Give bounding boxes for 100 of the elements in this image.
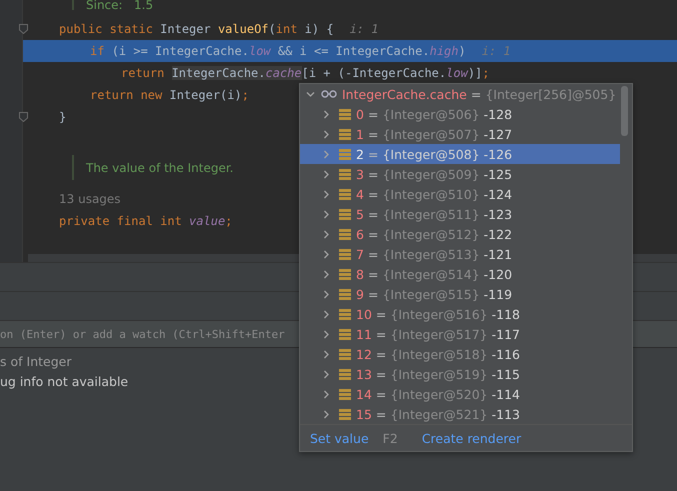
- code-token: IntegerCache.: [172, 66, 266, 80]
- element-index: 15: [356, 406, 372, 422]
- element-index: 12: [356, 346, 372, 362]
- object-reference: {Integer@513}: [382, 246, 480, 262]
- element-index: 1: [356, 126, 364, 142]
- element-index: 11: [356, 326, 372, 342]
- code-token: low: [248, 44, 271, 58]
- object-reference: {Integer@516}: [390, 306, 488, 322]
- equals-sign: =: [368, 106, 378, 122]
- code-token: valueOf: [218, 22, 269, 36]
- element-value: -128: [484, 106, 512, 122]
- element-value: -123: [484, 206, 512, 222]
- object-reference: {Integer@515}: [382, 286, 480, 302]
- element-value: -118: [492, 306, 520, 322]
- object-reference: {Integer@519}: [390, 366, 488, 382]
- inline-value-hint: i: 1: [350, 22, 378, 36]
- code-token: Integer(i): [169, 88, 242, 102]
- code-token: Integer: [160, 22, 212, 36]
- element-index: 2: [356, 146, 364, 162]
- code-token: private final int: [59, 214, 183, 228]
- code-token: }: [59, 110, 66, 124]
- object-reference: {Integer@517}: [390, 326, 488, 342]
- code-token: ;: [482, 66, 490, 80]
- element-value: -125: [484, 166, 512, 182]
- element-index: 14: [356, 386, 372, 402]
- element-index: 7: [356, 246, 364, 262]
- equals-sign: =: [376, 326, 386, 342]
- element-value: -124: [484, 186, 512, 202]
- element-value: -114: [492, 386, 520, 402]
- element-index: 3: [356, 166, 364, 182]
- code-token: return new: [90, 88, 164, 102]
- element-value: -113: [492, 406, 520, 422]
- element-index: 9: [356, 286, 364, 302]
- equals-sign: =: [368, 286, 378, 302]
- element-value: -116: [492, 346, 520, 362]
- equals-sign: =: [368, 206, 378, 222]
- object-reference: {Integer[256]@505}: [485, 86, 616, 102]
- object-reference: {Integer@506}: [382, 106, 480, 122]
- equals-sign: =: [470, 86, 482, 102]
- element-value: -122: [484, 226, 512, 242]
- element-value: -120: [484, 266, 512, 282]
- variable-name: IntegerCache.cache: [342, 86, 467, 102]
- element-index: 5: [356, 206, 364, 222]
- object-reference: {Integer@510}: [382, 186, 480, 202]
- code-token: public static: [59, 22, 154, 36]
- code-token: [i + (-IntegerCache.: [302, 66, 446, 80]
- code-token: )]: [468, 66, 482, 80]
- equals-sign: =: [368, 226, 378, 242]
- element-index: 8: [356, 266, 364, 282]
- code-token: if: [90, 44, 106, 58]
- object-reference: {Integer@511}: [382, 206, 480, 222]
- object-reference: {Integer@514}: [382, 266, 480, 282]
- code-token: (i >= IntegerCache.: [112, 44, 249, 58]
- code-token: (: [268, 22, 276, 36]
- code-token: i) {: [304, 22, 334, 36]
- element-value: -126: [484, 146, 512, 162]
- doc-comment: Since: 1.5: [86, 0, 154, 12]
- equals-sign: =: [376, 386, 386, 402]
- code-token: int: [276, 22, 298, 36]
- equals-sign: =: [376, 346, 386, 362]
- element-value: -117: [492, 326, 520, 342]
- variable-text: ug info not available: [0, 373, 128, 391]
- code-token: ;: [242, 88, 249, 102]
- doc-comment: The value of the Integer.: [86, 160, 234, 174]
- element-index: 4: [356, 186, 364, 202]
- object-reference: {Integer@518}: [390, 346, 488, 362]
- element-index: 6: [356, 226, 364, 242]
- element-value: -127: [484, 126, 512, 142]
- equals-sign: =: [368, 186, 378, 202]
- equals-sign: =: [376, 406, 386, 422]
- code-token: ;: [225, 214, 232, 228]
- code-token: && i <= IntegerCache.: [276, 44, 430, 58]
- object-reference: {Integer@521}: [390, 406, 488, 422]
- object-reference: {Integer@520}: [390, 386, 488, 402]
- equals-sign: =: [368, 246, 378, 262]
- code-token: return: [121, 66, 166, 80]
- element-index: 0: [356, 106, 364, 122]
- equals-sign: =: [368, 166, 378, 182]
- code-token: high: [430, 44, 459, 58]
- equals-sign: =: [376, 366, 386, 382]
- code-token: value: [189, 214, 226, 228]
- code-token: ): [458, 44, 466, 58]
- code-token: low: [446, 66, 468, 80]
- code-token: cache: [266, 66, 302, 80]
- object-reference: {Integer@507}: [382, 126, 480, 142]
- usages-hint: 13 usages: [59, 192, 121, 206]
- element-index: 10: [356, 306, 372, 322]
- element-value: -121: [484, 246, 512, 262]
- equals-sign: =: [376, 306, 386, 322]
- variable-text: s of Integer: [0, 353, 72, 371]
- object-reference: {Integer@512}: [382, 226, 480, 242]
- object-reference: {Integer@508}: [382, 146, 480, 162]
- shortcut-hint: F2: [382, 430, 398, 446]
- element-value: -115: [492, 366, 520, 382]
- element-index: 13: [356, 366, 372, 382]
- object-reference: {Integer@509}: [382, 166, 480, 182]
- equals-sign: =: [368, 146, 378, 162]
- equals-sign: =: [368, 126, 378, 142]
- element-value: -119: [484, 286, 512, 302]
- equals-sign: =: [368, 266, 378, 282]
